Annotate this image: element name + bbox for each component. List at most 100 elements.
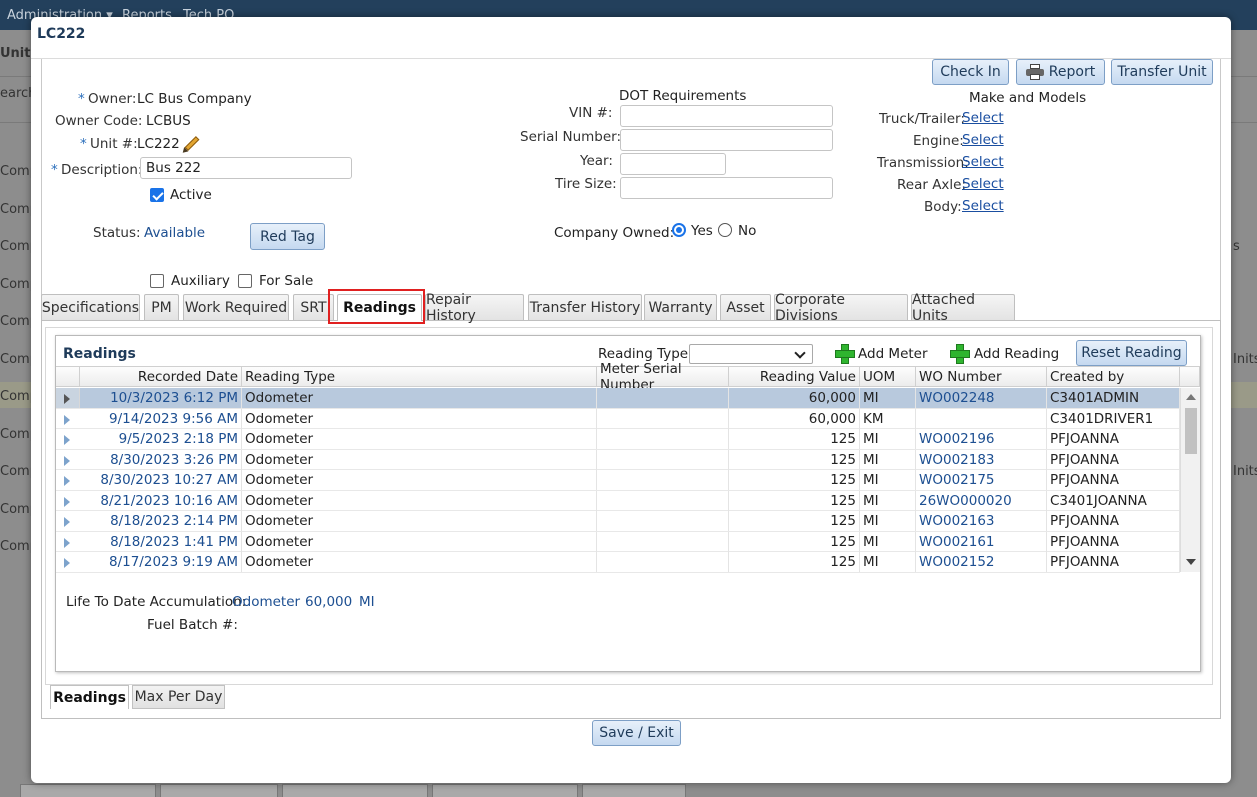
engine-select-link[interactable]: Select	[962, 132, 1004, 148]
serial-number-label: Serial Number:	[520, 129, 622, 145]
table-row[interactable]: 8/21/2023 10:16 AM Odometer 125 MI 26WO0…	[56, 490, 1180, 511]
red-tag-button[interactable]: Red Tag	[250, 223, 325, 250]
table-row[interactable]: 9/5/2023 2:18 PM Odometer 125 MI WO00219…	[56, 429, 1180, 450]
subtab-max-per-day[interactable]: Max Per Day	[132, 685, 225, 709]
expand-arrow-icon[interactable]	[64, 517, 70, 527]
cell-wo-number[interactable]: 26WO000020	[916, 490, 1047, 511]
cell-reading-value: 125	[729, 531, 860, 552]
active-checkbox[interactable]	[150, 188, 164, 202]
company-owned-no-radio[interactable]	[718, 223, 732, 237]
year-input[interactable]	[620, 153, 726, 175]
expand-arrow-icon[interactable]	[64, 558, 70, 568]
grid-scrollbar[interactable]	[1180, 388, 1200, 572]
save-exit-label: Save / Exit	[599, 725, 674, 741]
serial-number-input[interactable]	[620, 129, 833, 151]
cell-wo-number[interactable]: WO002183	[916, 449, 1047, 470]
col-reading-type[interactable]: Reading Type	[242, 366, 597, 387]
tab-pm[interactable]: PM	[144, 294, 179, 320]
cell-reading-type: Odometer	[242, 429, 597, 449]
add-reading-plus-icon[interactable]	[950, 344, 970, 364]
expand-arrow-icon[interactable]	[64, 414, 70, 425]
cell-meter-serial	[597, 429, 729, 449]
tab-attached-units[interactable]: Attached Units	[911, 292, 1015, 324]
cell-wo-number[interactable]: WO002161	[916, 531, 1047, 552]
tab-work-required[interactable]: Work Required	[183, 294, 289, 320]
cell-created-by: PFJOANNA	[1047, 449, 1180, 470]
bg-bottom-tabs	[0, 784, 1257, 797]
tab-repair-history[interactable]: Repair History	[425, 292, 524, 324]
tire-size-input[interactable]	[620, 177, 833, 199]
expand-arrow-icon[interactable]	[64, 455, 70, 466]
cell-wo-number[interactable]: WO002196	[916, 429, 1047, 449]
save-exit-button[interactable]: Save / Exit	[592, 720, 681, 746]
for-sale-checkbox[interactable]	[238, 274, 252, 288]
add-reading-link[interactable]: Add Reading	[974, 346, 1059, 362]
description-input[interactable]	[140, 157, 352, 179]
vin-input[interactable]	[620, 105, 833, 127]
col-meter-serial-number[interactable]: Meter Serial Number	[597, 361, 729, 393]
col-uom[interactable]: UOM	[860, 366, 916, 387]
table-row[interactable]: 8/18/2023 1:41 PM Odometer 125 MI WO0021…	[56, 531, 1180, 552]
body-select-link[interactable]: Select	[962, 198, 1004, 214]
cell-meter-serial	[597, 511, 729, 531]
col-created-by[interactable]: Created by	[1047, 366, 1180, 387]
scroll-up-arrow-icon[interactable]	[1186, 394, 1196, 400]
company-owned-yes-radio[interactable]	[672, 223, 686, 237]
expand-arrow-icon[interactable]	[64, 476, 70, 486]
status-value: Available	[144, 225, 206, 241]
tab-warranty[interactable]: Warranty	[644, 294, 717, 320]
reading-type-value	[690, 345, 695, 361]
tire-size-label: Tire Size:	[555, 176, 617, 192]
expand-arrow-icon[interactable]	[64, 435, 70, 445]
owner-code-value: LCBUS	[146, 113, 191, 129]
cell-reading-value: 125	[729, 449, 860, 470]
grid-header-spacer	[1180, 366, 1200, 387]
col-wo-number[interactable]: WO Number	[916, 366, 1047, 387]
tab-asset[interactable]: Asset	[720, 294, 771, 320]
scroll-down-arrow-icon[interactable]	[1186, 559, 1196, 565]
truck-trailer-select-link[interactable]: Select	[962, 110, 1004, 126]
scroll-thumb[interactable]	[1185, 408, 1197, 454]
add-meter-link[interactable]: Add Meter	[858, 346, 928, 362]
subtab-readings[interactable]: Readings	[50, 685, 129, 709]
table-row[interactable]: 8/17/2023 9:19 AM Odometer 125 MI WO0021…	[56, 552, 1180, 573]
table-row[interactable]: 9/14/2023 9:56 AM Odometer 60,000 KM C34…	[56, 408, 1180, 429]
company-owned-no-label: No	[738, 223, 757, 239]
expand-arrow-icon[interactable]	[64, 537, 70, 548]
transmission-label: Transmission:	[877, 155, 969, 171]
bg-bottom-tab	[160, 784, 278, 797]
rear-axle-select-link[interactable]: Select	[962, 176, 1004, 192]
col-reading-value[interactable]: Reading Value	[729, 366, 860, 387]
cell-wo-number[interactable]	[916, 408, 1047, 429]
auxiliary-label: Auxiliary	[171, 273, 230, 289]
cell-wo-number[interactable]: WO002248	[916, 388, 1047, 408]
edit-pencil-icon[interactable]	[180, 133, 201, 155]
cell-wo-number[interactable]: WO002163	[916, 511, 1047, 531]
tab-specifications[interactable]: Specifications	[41, 294, 140, 320]
tab-transfer-history[interactable]: Transfer History	[528, 294, 642, 320]
auxiliary-checkbox[interactable]	[150, 274, 164, 288]
cell-wo-number[interactable]: WO002152	[916, 552, 1047, 572]
expand-arrow-icon[interactable]	[64, 496, 70, 507]
modal-title: LC222	[37, 26, 86, 42]
table-row[interactable]: 10/3/2023 6:12 PM Odometer 60,000 MI WO0…	[56, 388, 1180, 409]
cell-wo-number[interactable]: WO002175	[916, 470, 1047, 490]
report-button[interactable]: Report	[1016, 59, 1105, 85]
expand-arrow-icon[interactable]	[64, 394, 70, 404]
table-row[interactable]: 8/30/2023 3:26 PM Odometer 125 MI WO0021…	[56, 449, 1180, 470]
table-row[interactable]: 8/30/2023 10:27 AM Odometer 125 MI WO002…	[56, 470, 1180, 491]
ltd-accumulation-uom: MI	[359, 594, 375, 610]
col-recorded-date[interactable]: Recorded Date	[80, 366, 242, 387]
transfer-unit-button[interactable]: Transfer Unit	[1111, 59, 1213, 85]
check-in-button[interactable]: Check In	[932, 59, 1009, 85]
required-marker: *	[78, 91, 85, 107]
cell-recorded-date: 8/18/2023 2:14 PM	[80, 511, 242, 531]
red-tag-label: Red Tag	[260, 228, 315, 245]
table-row[interactable]: 8/18/2023 2:14 PM Odometer 125 MI WO0021…	[56, 511, 1180, 532]
tab-corporate-divisions[interactable]: Corporate Divisions	[774, 292, 908, 324]
cell-meter-serial	[597, 490, 729, 511]
add-meter-plus-icon[interactable]	[835, 344, 855, 364]
cell-created-by: PFJOANNA	[1047, 552, 1180, 572]
transmission-select-link[interactable]: Select	[962, 154, 1004, 170]
reset-reading-button[interactable]: Reset Reading	[1076, 340, 1187, 366]
